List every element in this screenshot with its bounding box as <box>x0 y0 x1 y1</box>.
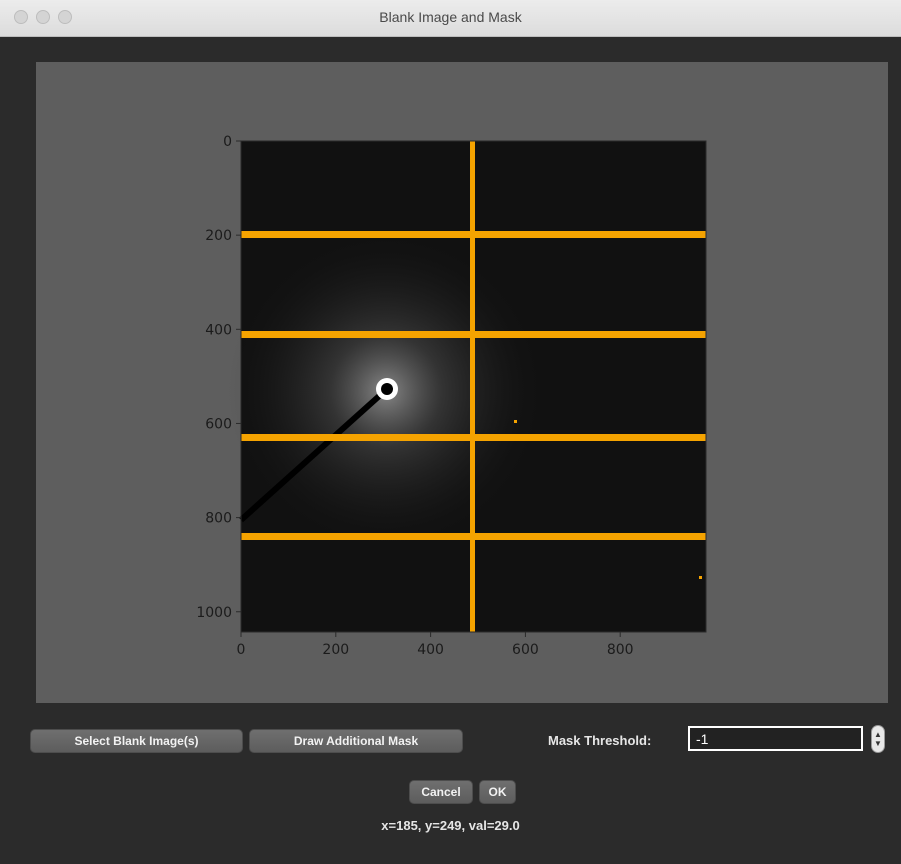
mask-threshold-label: Mask Threshold: <box>548 733 652 748</box>
x-tick-label: 0 <box>237 642 246 658</box>
image-canvas-panel[interactable]: 0 200 400 600 800 1000 0 200 400 600 800 <box>36 62 888 703</box>
y-tick-label: 800 <box>205 511 232 527</box>
image-plot[interactable]: 0 200 400 600 800 1000 0 200 400 600 800 <box>36 62 888 703</box>
cursor-status-text: x=185, y=249, val=29.0 <box>381 818 520 833</box>
select-blank-images-button[interactable]: Select Blank Image(s) <box>30 729 243 753</box>
mask-pixel <box>699 576 702 579</box>
mask-pixel <box>514 420 517 423</box>
y-tick-label: 600 <box>205 416 232 432</box>
x-tick-label: 600 <box>512 642 539 658</box>
mask-threshold-stepper[interactable]: ▲ ▼ <box>871 725 885 753</box>
ok-button[interactable]: OK <box>479 780 516 804</box>
cancel-button[interactable]: Cancel <box>409 780 473 804</box>
y-tick-label: 1000 <box>196 605 232 621</box>
x-axis: 0 200 400 600 800 <box>237 632 634 658</box>
beamstop <box>381 383 393 395</box>
x-tick-label: 800 <box>607 642 634 658</box>
window-titlebar: Blank Image and Mask <box>0 0 901 37</box>
chevron-up-icon[interactable]: ▲ <box>874 730 882 739</box>
mask-column-gap <box>470 141 475 632</box>
chevron-down-icon[interactable]: ▼ <box>874 739 882 748</box>
x-tick-label: 200 <box>322 642 349 658</box>
window-title: Blank Image and Mask <box>379 9 522 25</box>
y-tick-label: 200 <box>205 228 232 244</box>
y-tick-label: 400 <box>205 322 232 338</box>
y-tick-label: 0 <box>223 134 232 150</box>
draw-additional-mask-button[interactable]: Draw Additional Mask <box>249 729 463 753</box>
mask-threshold-input[interactable] <box>688 726 863 751</box>
x-tick-label: 400 <box>417 642 444 658</box>
